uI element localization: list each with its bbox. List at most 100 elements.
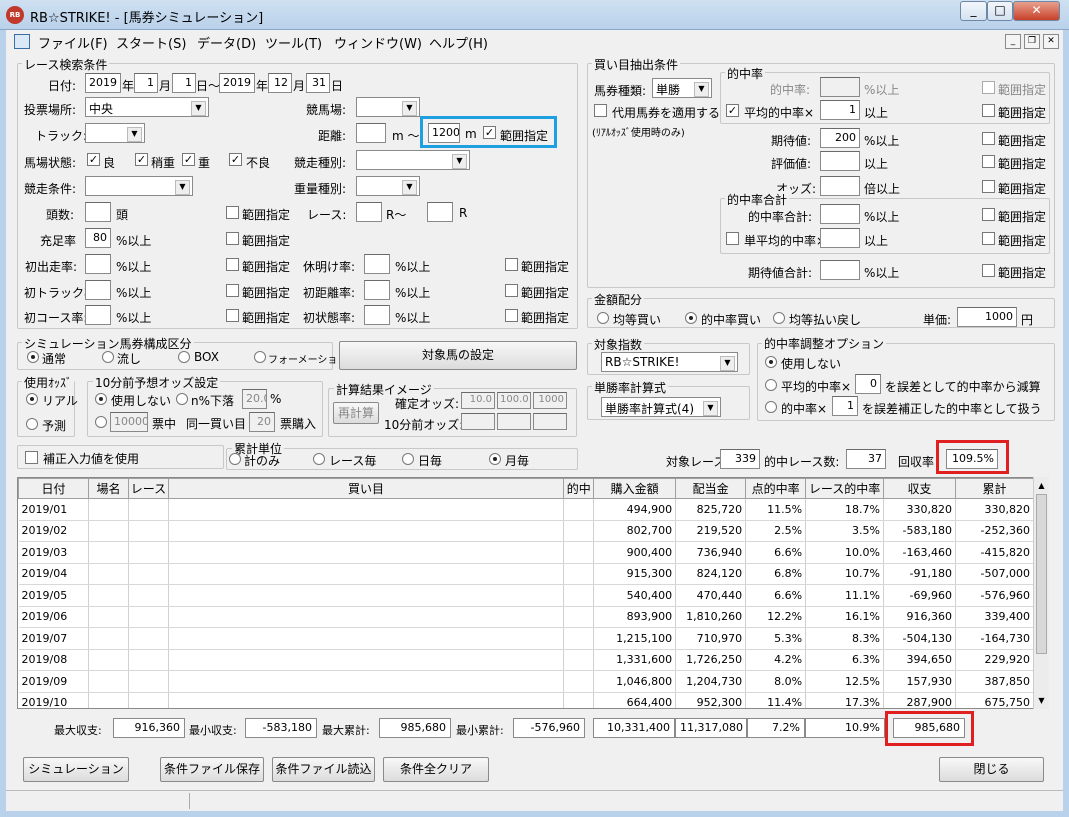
col-race-rate[interactable]: レース的中率 [805,478,884,499]
race-from-input[interactable] [356,202,382,222]
avg-hit-input[interactable]: 1 [820,100,860,120]
adjust-hit-input[interactable]: 1 [832,396,858,416]
odds-input[interactable] [820,176,860,196]
first-run-input[interactable] [85,254,111,274]
close-button[interactable]: 閉じる [939,757,1044,782]
expect-range-checkbox[interactable] [982,132,995,145]
maximize-button[interactable]: □ [987,1,1013,21]
odds10-amount-radio[interactable] [95,416,107,428]
cond-bad-checkbox[interactable]: ✓ [229,153,242,166]
table-row[interactable]: 2019/06 893,900 1,810,260 12.2% 16.1% 916,360… [18,606,1035,628]
cond-good-checkbox[interactable]: ✓ [87,153,100,166]
odds10-none-radio[interactable] [95,393,107,405]
first-course-range-checkbox[interactable] [226,309,239,322]
odds-predict-radio[interactable] [26,418,38,430]
distance-to-input[interactable]: 1200 [428,123,460,143]
single-avg-range-checkbox[interactable] [982,232,995,245]
menu-file[interactable]: ファイル(F) [38,33,108,52]
fill-input[interactable]: 80 [85,228,111,248]
table-row[interactable]: 2019/04 915,300 824,120 6.8% 10.7% -91,180 -50… [18,563,1035,585]
agg-total-radio[interactable] [229,453,241,465]
odds10-drop-radio[interactable] [176,393,188,405]
course-select[interactable] [356,97,420,117]
sim-box-radio[interactable] [178,351,190,363]
to-year-input[interactable]: 2019 [219,73,255,93]
sim-formation-radio[interactable] [254,351,266,363]
table-row[interactable]: 2019/10 664,400 952,300 11.4% 17.3% 287,900 67… [18,692,1035,708]
distance-from-input[interactable] [356,123,386,143]
minimize-button[interactable]: _ [960,1,987,21]
avg-hit-range-checkbox[interactable] [982,104,995,117]
unit-price-input[interactable]: 1000 [957,307,1017,327]
expect-total-range-checkbox[interactable] [982,264,995,277]
agg-month-radio[interactable] [489,453,501,465]
scroll-thumb[interactable] [1036,494,1047,654]
avg-hit-checkbox[interactable]: ✓ [726,104,739,117]
table-row[interactable]: 2019/09 1,046,800 1,204,730 8.0% 12.5% 157,93… [18,670,1035,693]
from-month-input[interactable]: 1 [134,73,158,93]
first-track-input[interactable] [85,280,111,300]
col-balance[interactable]: 収支 [883,478,956,499]
col-venue[interactable]: 場名 [87,478,129,499]
menu-tools[interactable]: ツール(T) [265,33,322,52]
expect-input[interactable]: 200 [820,128,860,148]
race-cond-select[interactable] [85,176,193,196]
rest-input[interactable] [364,254,390,274]
venue-select[interactable]: 中央 [85,97,209,117]
menu-help[interactable]: ヘルプ(H) [429,33,488,52]
col-purchase[interactable]: 購入金額 [593,478,677,499]
from-year-input[interactable]: 2019 [85,73,121,93]
close-window-button[interactable]: ✕ [1013,1,1060,21]
first-state-range-checkbox[interactable] [505,309,518,322]
odds-real-radio[interactable] [26,393,38,405]
weight-type-select[interactable] [356,176,420,196]
expect-total-input[interactable] [820,260,860,280]
odds-range-checkbox[interactable] [982,180,995,193]
to-month-input[interactable]: 12 [268,73,292,93]
win-rate-select[interactable]: 単勝率計算式(4) [601,397,721,417]
money-hit-radio[interactable] [685,312,697,324]
first-run-range-checkbox[interactable] [226,258,239,271]
from-day-input[interactable]: 1 [172,73,196,93]
agg-race-radio[interactable] [313,453,325,465]
single-avg-checkbox[interactable] [726,232,739,245]
single-avg-input[interactable] [820,228,860,248]
hit-total-input[interactable] [820,204,860,224]
clear-conditions-button[interactable]: 条件全クリア [383,757,489,782]
odds10-drop-input[interactable]: 20.0 [242,389,267,409]
table-row[interactable]: 2019/07 1,215,100 710,970 5.3% 8.3% -504,130-… [18,627,1035,650]
race-to-input[interactable] [427,202,453,222]
col-bets[interactable]: 買い目 [167,478,565,499]
col-point-rate[interactable]: 点的中率 [745,478,807,499]
correct-checkbox[interactable] [25,451,38,464]
money-payout-radio[interactable] [773,312,785,324]
cond-heavy-checkbox[interactable]: ✓ [182,153,195,166]
col-race[interactable]: レース [127,478,169,499]
col-payout[interactable]: 配当金 [675,478,747,499]
first-dist-range-checkbox[interactable] [505,284,518,297]
eval-range-checkbox[interactable] [982,155,995,168]
recalc-button[interactable]: 再計算 [333,402,379,424]
col-date[interactable]: 日付 [18,478,89,499]
distance-range-checkbox[interactable]: ✓ [483,126,496,139]
menu-start[interactable]: スタート(S) [116,33,186,52]
head-input[interactable] [85,202,111,222]
hit-input[interactable] [820,77,860,97]
odds10-amount-input[interactable]: 10000 [110,412,148,432]
load-conditions-button[interactable]: 条件ファイル読込 [272,757,375,782]
eval-input[interactable] [820,151,860,171]
col-cumulative[interactable]: 累計 [954,478,1035,499]
table-row[interactable]: 2019/05 540,400 470,440 6.6% 11.1% -69,960 -57… [18,584,1035,607]
agg-day-radio[interactable] [402,453,414,465]
rest-range-checkbox[interactable] [505,258,518,271]
to-day-input[interactable]: 31 [306,73,330,93]
table-row[interactable]: 2019/02 802,700 219,520 2.5% 3.5% -583,180 -25… [18,520,1035,542]
fill-range-checkbox[interactable] [226,232,239,245]
table-row[interactable]: 2019/03 900,400 736,940 6.6% 10.0% -163,460 -4… [18,541,1035,564]
race-type-select[interactable] [356,150,470,170]
odds10-same-input[interactable]: 20 [249,412,275,432]
first-track-range-checkbox[interactable] [226,284,239,297]
col-hit[interactable]: 的中 [563,478,595,499]
save-conditions-button[interactable]: 条件ファイル保存 [160,757,264,782]
mdi-minimize-button[interactable]: _ [1005,34,1021,49]
